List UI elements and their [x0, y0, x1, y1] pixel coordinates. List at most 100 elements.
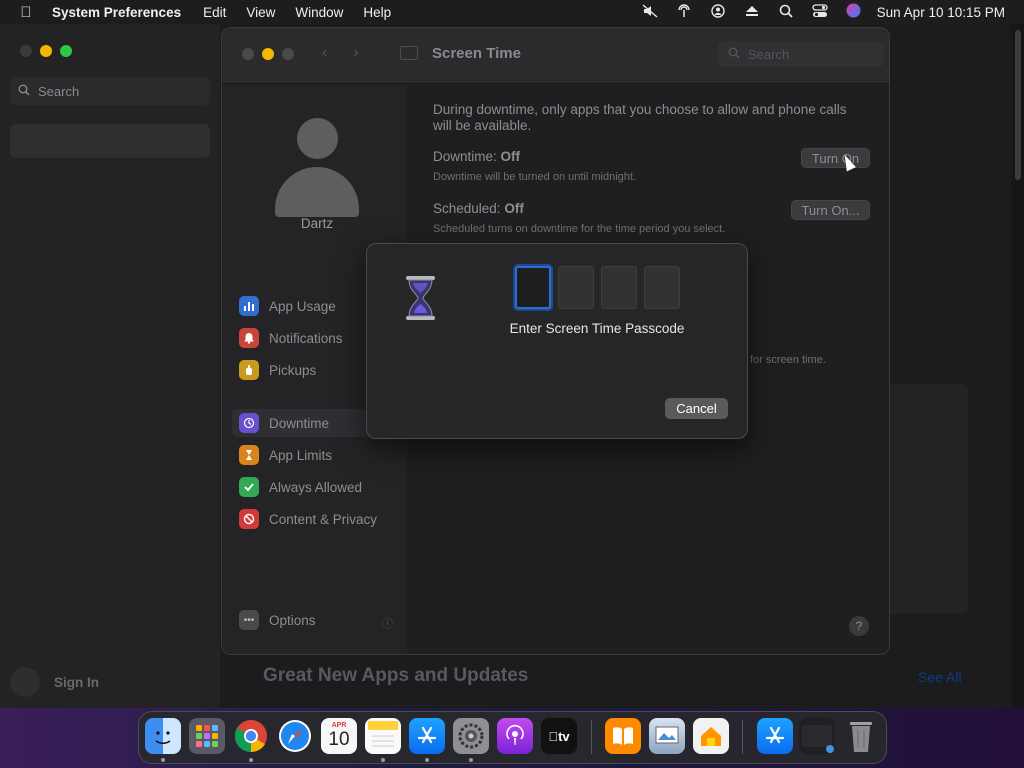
- search-icon: [728, 47, 740, 62]
- zoom-button[interactable]: [60, 45, 72, 57]
- eject-icon[interactable]: [735, 5, 769, 20]
- zoom-button[interactable]: [282, 48, 294, 60]
- sidebar-item-label: Content & Privacy: [269, 511, 378, 527]
- safari-icon[interactable]: [277, 718, 313, 754]
- chrome-icon[interactable]: [233, 718, 269, 754]
- window-title: Screen Time: [432, 45, 521, 62]
- app-store-search-field[interactable]: Search: [10, 77, 210, 105]
- forward-arrow-icon[interactable]: ›: [353, 44, 358, 62]
- preferences-search-field[interactable]: Search: [718, 41, 884, 67]
- cancel-button[interactable]: Cancel: [665, 398, 728, 419]
- search-icon: [18, 84, 30, 99]
- see-all-link[interactable]: See All: [918, 669, 962, 685]
- minimize-button[interactable]: [262, 48, 274, 60]
- downtime-status: Downtime: Off: [433, 149, 520, 164]
- downtime-turn-on-button[interactable]: Turn On: [801, 148, 870, 168]
- podcasts-icon[interactable]: [497, 718, 533, 754]
- apple-menu-icon[interactable]: : [0, 4, 52, 21]
- airdrop-icon[interactable]: [667, 3, 701, 21]
- minimize-button[interactable]: [40, 45, 52, 57]
- user-avatar-icon[interactable]: [297, 118, 338, 159]
- apple-tv-logo-icon: : [548, 729, 558, 744]
- passcode-digit-2[interactable]: [558, 266, 594, 309]
- system-preferences-icon[interactable]: [453, 718, 489, 754]
- user-account-icon[interactable]: [701, 3, 735, 21]
- preview-icon[interactable]: [649, 718, 685, 754]
- dock-separator: [591, 720, 592, 754]
- user-name[interactable]: Dartz: [222, 216, 412, 231]
- close-button[interactable]: [20, 45, 32, 57]
- menu-app-name[interactable]: System Preferences: [52, 5, 181, 20]
- control-center-icon[interactable]: [803, 3, 837, 21]
- calendar-icon[interactable]: APR 10: [321, 718, 357, 754]
- app-store-sidebar-selected-item[interactable]: [10, 124, 210, 158]
- moon-clock-icon: [239, 413, 259, 433]
- screen-time-hourglass-icon: [404, 275, 437, 321]
- avatar: [10, 667, 40, 697]
- sign-in-button[interactable]: Sign In: [10, 667, 99, 697]
- menu-help[interactable]: Help: [363, 5, 391, 20]
- app-store-icon[interactable]: [409, 718, 445, 754]
- passcode-prompt: Enter Screen Time Passcode: [509, 321, 685, 336]
- options-button[interactable]: ••• Options: [239, 610, 316, 630]
- sidebar-item-label: Always Allowed: [269, 479, 363, 495]
- sign-in-label: Sign In: [54, 674, 99, 690]
- home-icon[interactable]: [693, 718, 729, 754]
- navigation-arrows: ‹ ›: [322, 44, 359, 62]
- scheduled-label: Scheduled:: [433, 201, 501, 216]
- menu-view[interactable]: View: [246, 5, 275, 20]
- passcode-digit-4[interactable]: [644, 266, 680, 309]
- books-icon[interactable]: [605, 718, 641, 754]
- chrome-running-indicator: [249, 758, 253, 762]
- sidebar-item-label: App Limits: [269, 447, 333, 463]
- back-arrow-icon[interactable]: ‹: [322, 44, 327, 62]
- downtime-subtitle: Downtime will be turned on until midnigh…: [433, 171, 636, 183]
- sidebar-item-label: Notifications: [269, 330, 343, 346]
- info-icon[interactable]: ⓘ: [382, 615, 393, 631]
- help-button[interactable]: ?: [849, 616, 869, 636]
- passcode-entry[interactable]: [515, 266, 680, 309]
- search-placeholder: Search: [38, 83, 80, 99]
- scheduled-subtitle: Scheduled turns on downtime for the time…: [433, 223, 726, 235]
- system-preferences-running-indicator: [469, 758, 473, 762]
- apple-tv-icon[interactable]: tv: [541, 718, 577, 754]
- menu-edit[interactable]: Edit: [203, 5, 226, 20]
- dock: APR 10 tv: [138, 711, 887, 764]
- siri-icon[interactable]: [837, 3, 871, 21]
- menu-clock[interactable]: Sun Apr 10 10:15 PM: [877, 5, 1005, 20]
- menu-bar:  System Preferences Edit View Window He…: [0, 0, 1024, 24]
- sidebar-item-content-privacy[interactable]: Content & Privacy: [232, 505, 397, 533]
- sidebar-item-label: Downtime: [269, 415, 330, 431]
- screen-time-note: for screen time.: [750, 354, 826, 366]
- launchpad-icon[interactable]: [189, 718, 225, 754]
- notes-running-indicator: [381, 758, 385, 762]
- downtime-label: Downtime:: [433, 149, 497, 164]
- scrollbar-thumb[interactable]: [1015, 30, 1021, 180]
- options-label: Options: [269, 612, 316, 628]
- featured-card[interactable]: [880, 384, 968, 614]
- passcode-sheet: Enter Screen Time Passcode Cancel: [366, 243, 748, 439]
- downtime-description: During downtime, only apps that you choo…: [433, 102, 847, 133]
- notes-icon[interactable]: [365, 718, 401, 754]
- passcode-digit-3[interactable]: [601, 266, 637, 309]
- mute-icon[interactable]: [633, 3, 667, 21]
- menu-window[interactable]: Window: [295, 5, 343, 20]
- close-button[interactable]: [242, 48, 254, 60]
- sidebar-item-app-limits[interactable]: App Limits: [232, 441, 397, 469]
- user-avatar-body: [275, 167, 359, 217]
- scheduled-turn-on-button[interactable]: Turn On...: [791, 200, 870, 220]
- trash-icon[interactable]: [843, 718, 879, 754]
- app-store-sidebar: Search Sign In: [0, 24, 220, 708]
- finder-icon[interactable]: [145, 718, 181, 754]
- spotlight-search-icon[interactable]: [769, 4, 803, 21]
- scheduled-status: Scheduled: Off: [433, 201, 524, 216]
- calendar-day: 10: [328, 729, 350, 750]
- sidebar-item-always-allowed[interactable]: Always Allowed: [232, 473, 397, 501]
- applications-folder-icon[interactable]: [757, 718, 793, 754]
- show-all-grid-icon[interactable]: [400, 46, 418, 60]
- passcode-digit-1[interactable]: [515, 266, 551, 309]
- ellipsis-icon: •••: [239, 610, 259, 630]
- app-store-running-indicator: [425, 758, 429, 762]
- recent-window-icon[interactable]: [799, 718, 835, 754]
- hourglass-icon: [239, 445, 259, 465]
